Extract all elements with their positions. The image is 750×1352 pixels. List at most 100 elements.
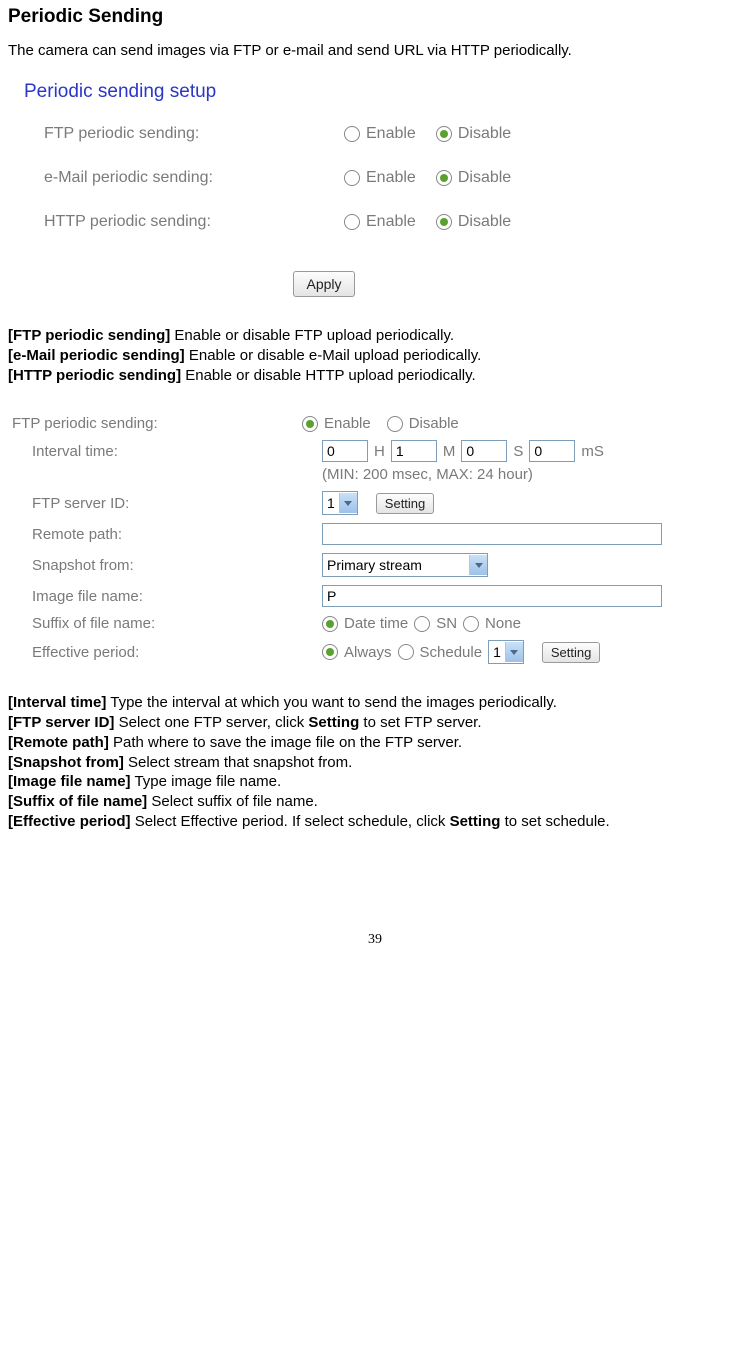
chevron-down-icon xyxy=(339,493,357,513)
intro-text: The camera can send images via FTP or e-… xyxy=(8,42,742,59)
def-suffix-label: [Suffix of file name] xyxy=(8,793,147,810)
def-effective-label: [Effective period] xyxy=(8,813,131,830)
apply-button[interactable]: Apply xyxy=(293,271,354,297)
def-server-text1: Select one FTP server, click xyxy=(114,714,308,731)
def-interval-text: Type the interval at which you want to s… xyxy=(106,694,557,711)
snapshot-select[interactable]: Primary stream xyxy=(322,553,488,577)
schedule-setting-button[interactable]: Setting xyxy=(542,642,600,663)
suffix-date-label: Date time xyxy=(344,615,408,632)
panel-title: Periodic sending setup xyxy=(24,81,742,103)
def-filename-label: [Image file name] xyxy=(8,773,131,790)
email-periodic-row: e-Mail periodic sending: Enable Disable xyxy=(24,169,742,187)
enable-label: Enable xyxy=(366,125,416,143)
disable-label: Disable xyxy=(458,125,511,143)
interval-m-input[interactable] xyxy=(391,440,437,462)
filename-label: Image file name: xyxy=(12,588,322,605)
remote-path-row: Remote path: xyxy=(12,523,742,545)
server-id-select[interactable]: 1 xyxy=(322,491,358,515)
suffix-none-radio[interactable] xyxy=(463,616,479,632)
definitions-block-2: [Interval time] Type the interval at whi… xyxy=(8,694,742,831)
email-enable-radio[interactable] xyxy=(344,170,360,186)
def-filename-text: Type image file name. xyxy=(131,773,282,790)
effective-row: Effective period: Always Schedule 1 Sett… xyxy=(12,640,742,664)
suffix-date-radio[interactable] xyxy=(322,616,338,632)
page-title: Periodic Sending xyxy=(8,6,742,28)
def-http-text: Enable or disable HTTP upload periodical… xyxy=(181,367,476,384)
def-interval-label: [Interval time] xyxy=(8,694,106,711)
def-effective-text1: Select Effective period. If select sched… xyxy=(131,813,450,830)
disable-label: Disable xyxy=(409,415,459,432)
def-email-text: Enable or disable e-Mail upload periodic… xyxy=(185,347,482,364)
def-ftp-label: [FTP periodic sending] xyxy=(8,327,170,344)
interval-h-input[interactable] xyxy=(322,440,368,462)
ftp-periodic-panel: FTP periodic sending: Enable Disable Int… xyxy=(12,415,742,664)
effective-always-radio[interactable] xyxy=(322,644,338,660)
def-remote-label: [Remote path] xyxy=(8,734,109,751)
snapshot-value: Primary stream xyxy=(327,557,422,573)
server-id-row: FTP server ID: 1 Setting xyxy=(12,491,742,515)
snapshot-row: Snapshot from: Primary stream xyxy=(12,553,742,577)
interval-s-input[interactable] xyxy=(461,440,507,462)
ftp2-enable-radio[interactable] xyxy=(302,416,318,432)
effective-schedule-radio[interactable] xyxy=(398,644,414,660)
unit-s: S xyxy=(513,443,523,460)
http-enable-radio[interactable] xyxy=(344,214,360,230)
page-number: 39 xyxy=(8,932,742,948)
email-periodic-label: e-Mail periodic sending: xyxy=(24,169,344,187)
enable-label: Enable xyxy=(324,415,371,432)
email-disable-radio[interactable] xyxy=(436,170,452,186)
remote-path-input[interactable] xyxy=(322,523,662,545)
enable-label: Enable xyxy=(366,169,416,187)
ftp-title-row: FTP periodic sending: Enable Disable xyxy=(12,415,742,432)
periodic-setup-panel: Periodic sending setup FTP periodic send… xyxy=(24,81,742,297)
disable-label: Disable xyxy=(458,213,511,231)
interval-ms-input[interactable] xyxy=(529,440,575,462)
chevron-down-icon xyxy=(469,555,487,575)
suffix-none-label: None xyxy=(485,615,521,632)
def-email-label: [e-Mail periodic sending] xyxy=(8,347,185,364)
interval-row: Interval time: H M S mS xyxy=(12,440,742,462)
def-ftp-text: Enable or disable FTP upload periodicall… xyxy=(170,327,454,344)
effective-schedule-label: Schedule xyxy=(420,644,483,661)
filename-row: Image file name: xyxy=(12,585,742,607)
schedule-select[interactable]: 1 xyxy=(488,640,524,664)
unit-m: M xyxy=(443,443,456,460)
disable-label: Disable xyxy=(458,169,511,187)
def-http-label: [HTTP periodic sending] xyxy=(8,367,181,384)
server-id-value: 1 xyxy=(327,495,335,511)
unit-ms: mS xyxy=(581,443,604,460)
def-server-bold: Setting xyxy=(308,714,359,731)
def-server-label: [FTP server ID] xyxy=(8,714,114,731)
suffix-sn-radio[interactable] xyxy=(414,616,430,632)
snapshot-label: Snapshot from: xyxy=(12,557,322,574)
unit-h: H xyxy=(374,443,385,460)
effective-label: Effective period: xyxy=(12,644,322,661)
suffix-label: Suffix of file name: xyxy=(12,615,322,632)
def-remote-text: Path where to save the image file on the… xyxy=(109,734,462,751)
definitions-block-1: [FTP periodic sending] Enable or disable… xyxy=(8,327,742,385)
remote-path-label: Remote path: xyxy=(12,526,322,543)
ftp-title-label: FTP periodic sending: xyxy=(12,415,302,432)
def-snapshot-label: [Snapshot from] xyxy=(8,754,124,771)
suffix-row: Suffix of file name: Date time SN None xyxy=(12,615,742,632)
interval-label: Interval time: xyxy=(12,443,322,460)
filename-input[interactable] xyxy=(322,585,662,607)
suffix-sn-label: SN xyxy=(436,615,457,632)
interval-minmax: (MIN: 200 msec, MAX: 24 hour) xyxy=(322,466,742,483)
def-suffix-text: Select suffix of file name. xyxy=(147,793,318,810)
def-server-text2: to set FTP server. xyxy=(359,714,481,731)
ftp-periodic-label: FTP periodic sending: xyxy=(24,125,344,143)
http-periodic-row: HTTP periodic sending: Enable Disable xyxy=(24,213,742,231)
ftp-enable-radio[interactable] xyxy=(344,126,360,142)
ftp2-disable-radio[interactable] xyxy=(387,416,403,432)
chevron-down-icon xyxy=(505,642,523,662)
def-snapshot-text: Select stream that snapshot from. xyxy=(124,754,352,771)
http-periodic-label: HTTP periodic sending: xyxy=(24,213,344,231)
http-disable-radio[interactable] xyxy=(436,214,452,230)
ftp-disable-radio[interactable] xyxy=(436,126,452,142)
ftp-periodic-row: FTP periodic sending: Enable Disable xyxy=(24,125,742,143)
server-id-label: FTP server ID: xyxy=(12,495,322,512)
def-effective-text2: to set schedule. xyxy=(500,813,609,830)
def-effective-bold: Setting xyxy=(450,813,501,830)
server-setting-button[interactable]: Setting xyxy=(376,493,434,514)
